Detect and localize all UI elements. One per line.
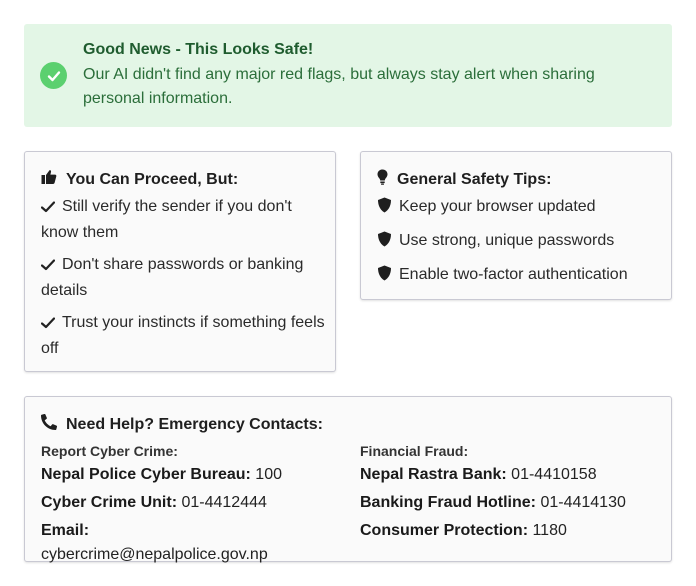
emergency-contacts-card: Need Help? Emergency Contacts: Report Cy… (24, 396, 672, 563)
list-item: Trust your instincts if something feels … (40, 313, 325, 357)
contact-row: Cyber Crime Unit: 01-4412444 (41, 494, 267, 511)
phone-icon (41, 413, 58, 435)
check-icon (40, 197, 56, 221)
financial-fraud-contacts: Financial Fraud: Nepal Rastra Bank: 01-4… (360, 443, 660, 543)
contact-row: Nepal Rastra Bank: 01-4410158 (360, 466, 597, 483)
tips-title: General Safety Tips: (397, 170, 552, 188)
contact-row: Email: cybercrime@nepalpolice.gov.np (41, 522, 268, 563)
contacts-heading: Financial Fraud: (360, 443, 469, 459)
list-item: Enable two-factor authentication (377, 263, 667, 289)
check-circle-icon (40, 62, 67, 89)
safe-alert: Good News - This Looks Safe! Our AI didn… (24, 24, 672, 127)
safety-tips-card: General Safety Tips: Keep your browser u… (360, 151, 672, 300)
email-link[interactable]: cybercrime@nepalpolice.gov.np (41, 546, 268, 563)
check-icon (40, 313, 56, 337)
lightbulb-icon (377, 169, 388, 190)
list-item: Keep your browser updated (377, 195, 667, 221)
cyber-crime-contacts: Report Cyber Crime: Nepal Police Cyber B… (41, 443, 341, 567)
alert-message: Our AI didn't find any major red flags, … (83, 66, 595, 107)
shield-icon (377, 231, 392, 255)
proceed-card: You Can Proceed, But: Still verify the s… (24, 151, 336, 372)
list-item: Don't share passwords or banking details (40, 255, 304, 299)
contact-row: Consumer Protection: 1180 (360, 522, 567, 539)
proceed-title: You Can Proceed, But: (66, 170, 239, 188)
contacts-title: Need Help? Emergency Contacts: (66, 415, 323, 433)
contact-row: Nepal Police Cyber Bureau: 100 (41, 466, 282, 483)
list-item: Still verify the sender if you don't kno… (40, 197, 292, 241)
check-icon (40, 255, 56, 279)
list-item: Use strong, unique passwords (377, 229, 667, 255)
shield-icon (377, 197, 392, 221)
shield-icon (377, 265, 392, 289)
contact-row: Banking Fraud Hotline: 01-4414130 (360, 494, 626, 511)
alert-title: Good News - This Looks Safe! (83, 41, 314, 58)
contacts-heading: Report Cyber Crime: (41, 443, 178, 459)
thumbs-up-icon (41, 169, 57, 190)
